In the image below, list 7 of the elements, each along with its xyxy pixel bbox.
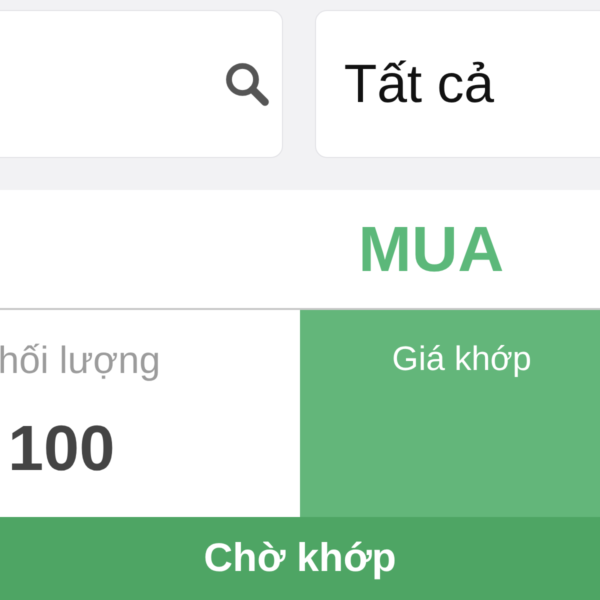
search-field[interactable] <box>0 10 283 158</box>
price-cell: Giá khớp <box>300 310 600 517</box>
status-dropdown[interactable]: Tất cả <box>315 10 600 158</box>
status-bar: Chờ khớp <box>0 517 600 600</box>
volume-value: 100 <box>8 411 116 485</box>
side-label: MUA <box>358 212 504 286</box>
volume-label: hối lượng <box>0 340 162 383</box>
